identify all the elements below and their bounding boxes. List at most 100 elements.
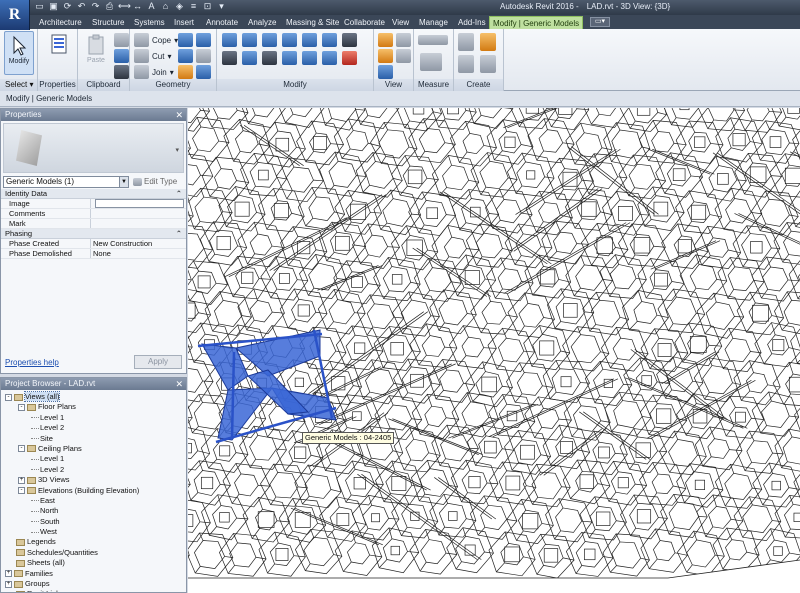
close-hidden-icon[interactable]: ⊡ [202, 1, 213, 12]
browser-node[interactable]: East [1, 496, 186, 506]
property-value[interactable] [91, 199, 186, 208]
browser-node[interactable]: West [1, 527, 186, 537]
3d-viewport[interactable]: Generic Models : 04-2405 [188, 108, 800, 593]
browser-node[interactable]: Site [1, 434, 186, 444]
hide-isolate-button[interactable] [378, 33, 393, 47]
properties-help-link[interactable]: Properties help [5, 358, 59, 367]
copy-element-icon[interactable] [242, 51, 257, 65]
paste-button[interactable]: Paste [81, 31, 111, 75]
sync-icon[interactable]: ⟳ [62, 1, 73, 12]
trim-icon[interactable] [282, 51, 297, 65]
measure-icon[interactable]: ⟷ [118, 1, 131, 12]
cope-button[interactable]: Cope ▾ [134, 33, 178, 47]
apply-button[interactable]: Apply [134, 355, 182, 369]
create-assembly-button[interactable] [458, 33, 474, 51]
browser-node[interactable]: Level 2 [1, 423, 186, 433]
pin-icon[interactable] [342, 33, 357, 47]
split-icon[interactable] [302, 33, 317, 47]
image-field[interactable] [95, 199, 184, 208]
view-tool-b[interactable] [396, 33, 411, 47]
browser-node[interactable]: - Elevations (Building Elevation) [1, 486, 186, 496]
browser-node[interactable]: - Views (all) [1, 391, 186, 402]
dropdown-arrow-icon[interactable]: ▼ [119, 176, 128, 187]
view-tool-c[interactable] [396, 49, 411, 63]
browser-node[interactable]: Revit Links [1, 589, 186, 592]
mirror-draw-axis-icon[interactable] [282, 33, 297, 47]
collapse-icon[interactable]: - [18, 445, 25, 453]
move-icon[interactable] [222, 51, 237, 65]
array-icon[interactable] [302, 51, 317, 65]
property-value[interactable]: None [91, 249, 186, 258]
browser-node[interactable]: Legends [1, 537, 186, 547]
property-group-header[interactable]: Phasing ⌃ [1, 229, 186, 239]
browser-node[interactable]: Sheets (all) [1, 558, 186, 568]
tab-analyze[interactable]: Analyze [245, 16, 279, 29]
dimension-button[interactable] [420, 53, 442, 71]
browser-node[interactable]: South [1, 517, 186, 527]
tab-architecture[interactable]: Architecture [36, 16, 85, 29]
collapse-icon[interactable]: ⌃ [176, 189, 182, 199]
property-group-header[interactable]: Identity Data ⌃ [1, 189, 186, 199]
align-icon[interactable] [222, 33, 237, 47]
cut-clip-button[interactable] [114, 33, 129, 47]
browser-node[interactable]: - Floor Plans [1, 402, 186, 412]
create-similar-button[interactable] [480, 55, 496, 73]
undo-icon[interactable]: ↶ [76, 1, 87, 12]
property-value[interactable]: New Construction [91, 239, 186, 248]
tab-collaborate[interactable]: Collaborate [341, 16, 388, 29]
revit-app-menu-button[interactable]: R [0, 0, 30, 30]
modify-tool-button[interactable]: Modify [4, 31, 34, 75]
tab-massing-site[interactable]: Massing & Site [283, 16, 342, 29]
browser-node[interactable]: +3D Views [1, 475, 186, 485]
tab-view[interactable]: View [389, 16, 412, 29]
thin-lines-icon[interactable]: ≡ [188, 1, 199, 12]
tab-annotate[interactable]: Annotate [203, 16, 241, 29]
property-value[interactable] [91, 209, 186, 218]
scale-icon[interactable] [322, 51, 337, 65]
geometry-tool-b[interactable] [178, 49, 211, 63]
browser-node[interactable]: + Groups [1, 579, 186, 589]
open-icon[interactable]: ▭ [34, 1, 45, 12]
lattice-model-drawing[interactable] [188, 108, 800, 593]
tab-systems[interactable]: Systems [131, 16, 168, 29]
geometry-tool-c[interactable] [178, 65, 211, 79]
browser-node[interactable]: - Ceiling Plans [1, 444, 186, 454]
mirror-pick-axis-icon[interactable] [262, 33, 277, 47]
tab-structure[interactable]: Structure [89, 16, 127, 29]
selected-generic-model[interactable] [197, 329, 337, 444]
chevron-down-icon[interactable]: ▾ [175, 146, 179, 154]
cut-geometry-button[interactable]: Cut ▾ [134, 49, 171, 63]
browser-node[interactable]: Schedules/Quantities [1, 548, 186, 558]
close-icon[interactable]: ✕ [175, 378, 183, 390]
geometry-tool-a[interactable] [178, 33, 211, 47]
section-icon[interactable]: ◈ [174, 1, 185, 12]
browser-node[interactable]: North [1, 506, 186, 516]
property-value[interactable] [91, 219, 186, 228]
join-button[interactable]: Join ▾ [134, 65, 174, 79]
rotate-icon[interactable] [262, 51, 277, 65]
collapse-icon[interactable]: - [18, 403, 25, 411]
create-group-button[interactable] [458, 55, 474, 73]
collapse-icon[interactable]: - [18, 487, 25, 495]
create-parts-button[interactable] [480, 33, 496, 51]
edit-type-button[interactable]: Edit Type [133, 177, 177, 186]
collapse-icon[interactable]: ⌃ [176, 229, 182, 239]
tab-add-ins[interactable]: Add-Ins [455, 16, 489, 29]
linework-button[interactable] [378, 65, 393, 79]
close-icon[interactable]: ✕ [175, 109, 183, 121]
select-dropdown[interactable]: Select ▾ [0, 79, 38, 91]
switch-window-icon[interactable]: ▾ [216, 1, 227, 12]
dimension-icon[interactable]: ↔ [132, 1, 143, 12]
measure-button[interactable] [418, 35, 448, 45]
expand-icon[interactable]: + [5, 580, 12, 588]
browser-node[interactable]: Level 2 [1, 465, 186, 475]
text-icon[interactable]: A [146, 1, 157, 12]
copy-clip-button[interactable] [114, 49, 129, 63]
save-icon[interactable]: ▣ [48, 1, 59, 12]
tab-manage[interactable]: Manage [416, 16, 451, 29]
split-gap-icon[interactable] [322, 33, 337, 47]
tab-modify-generic-models[interactable]: Modify | Generic Models [489, 16, 584, 29]
browser-node[interactable]: Level 1 [1, 454, 186, 464]
override-graphics-button[interactable] [378, 49, 393, 63]
delete-icon[interactable] [342, 51, 357, 65]
